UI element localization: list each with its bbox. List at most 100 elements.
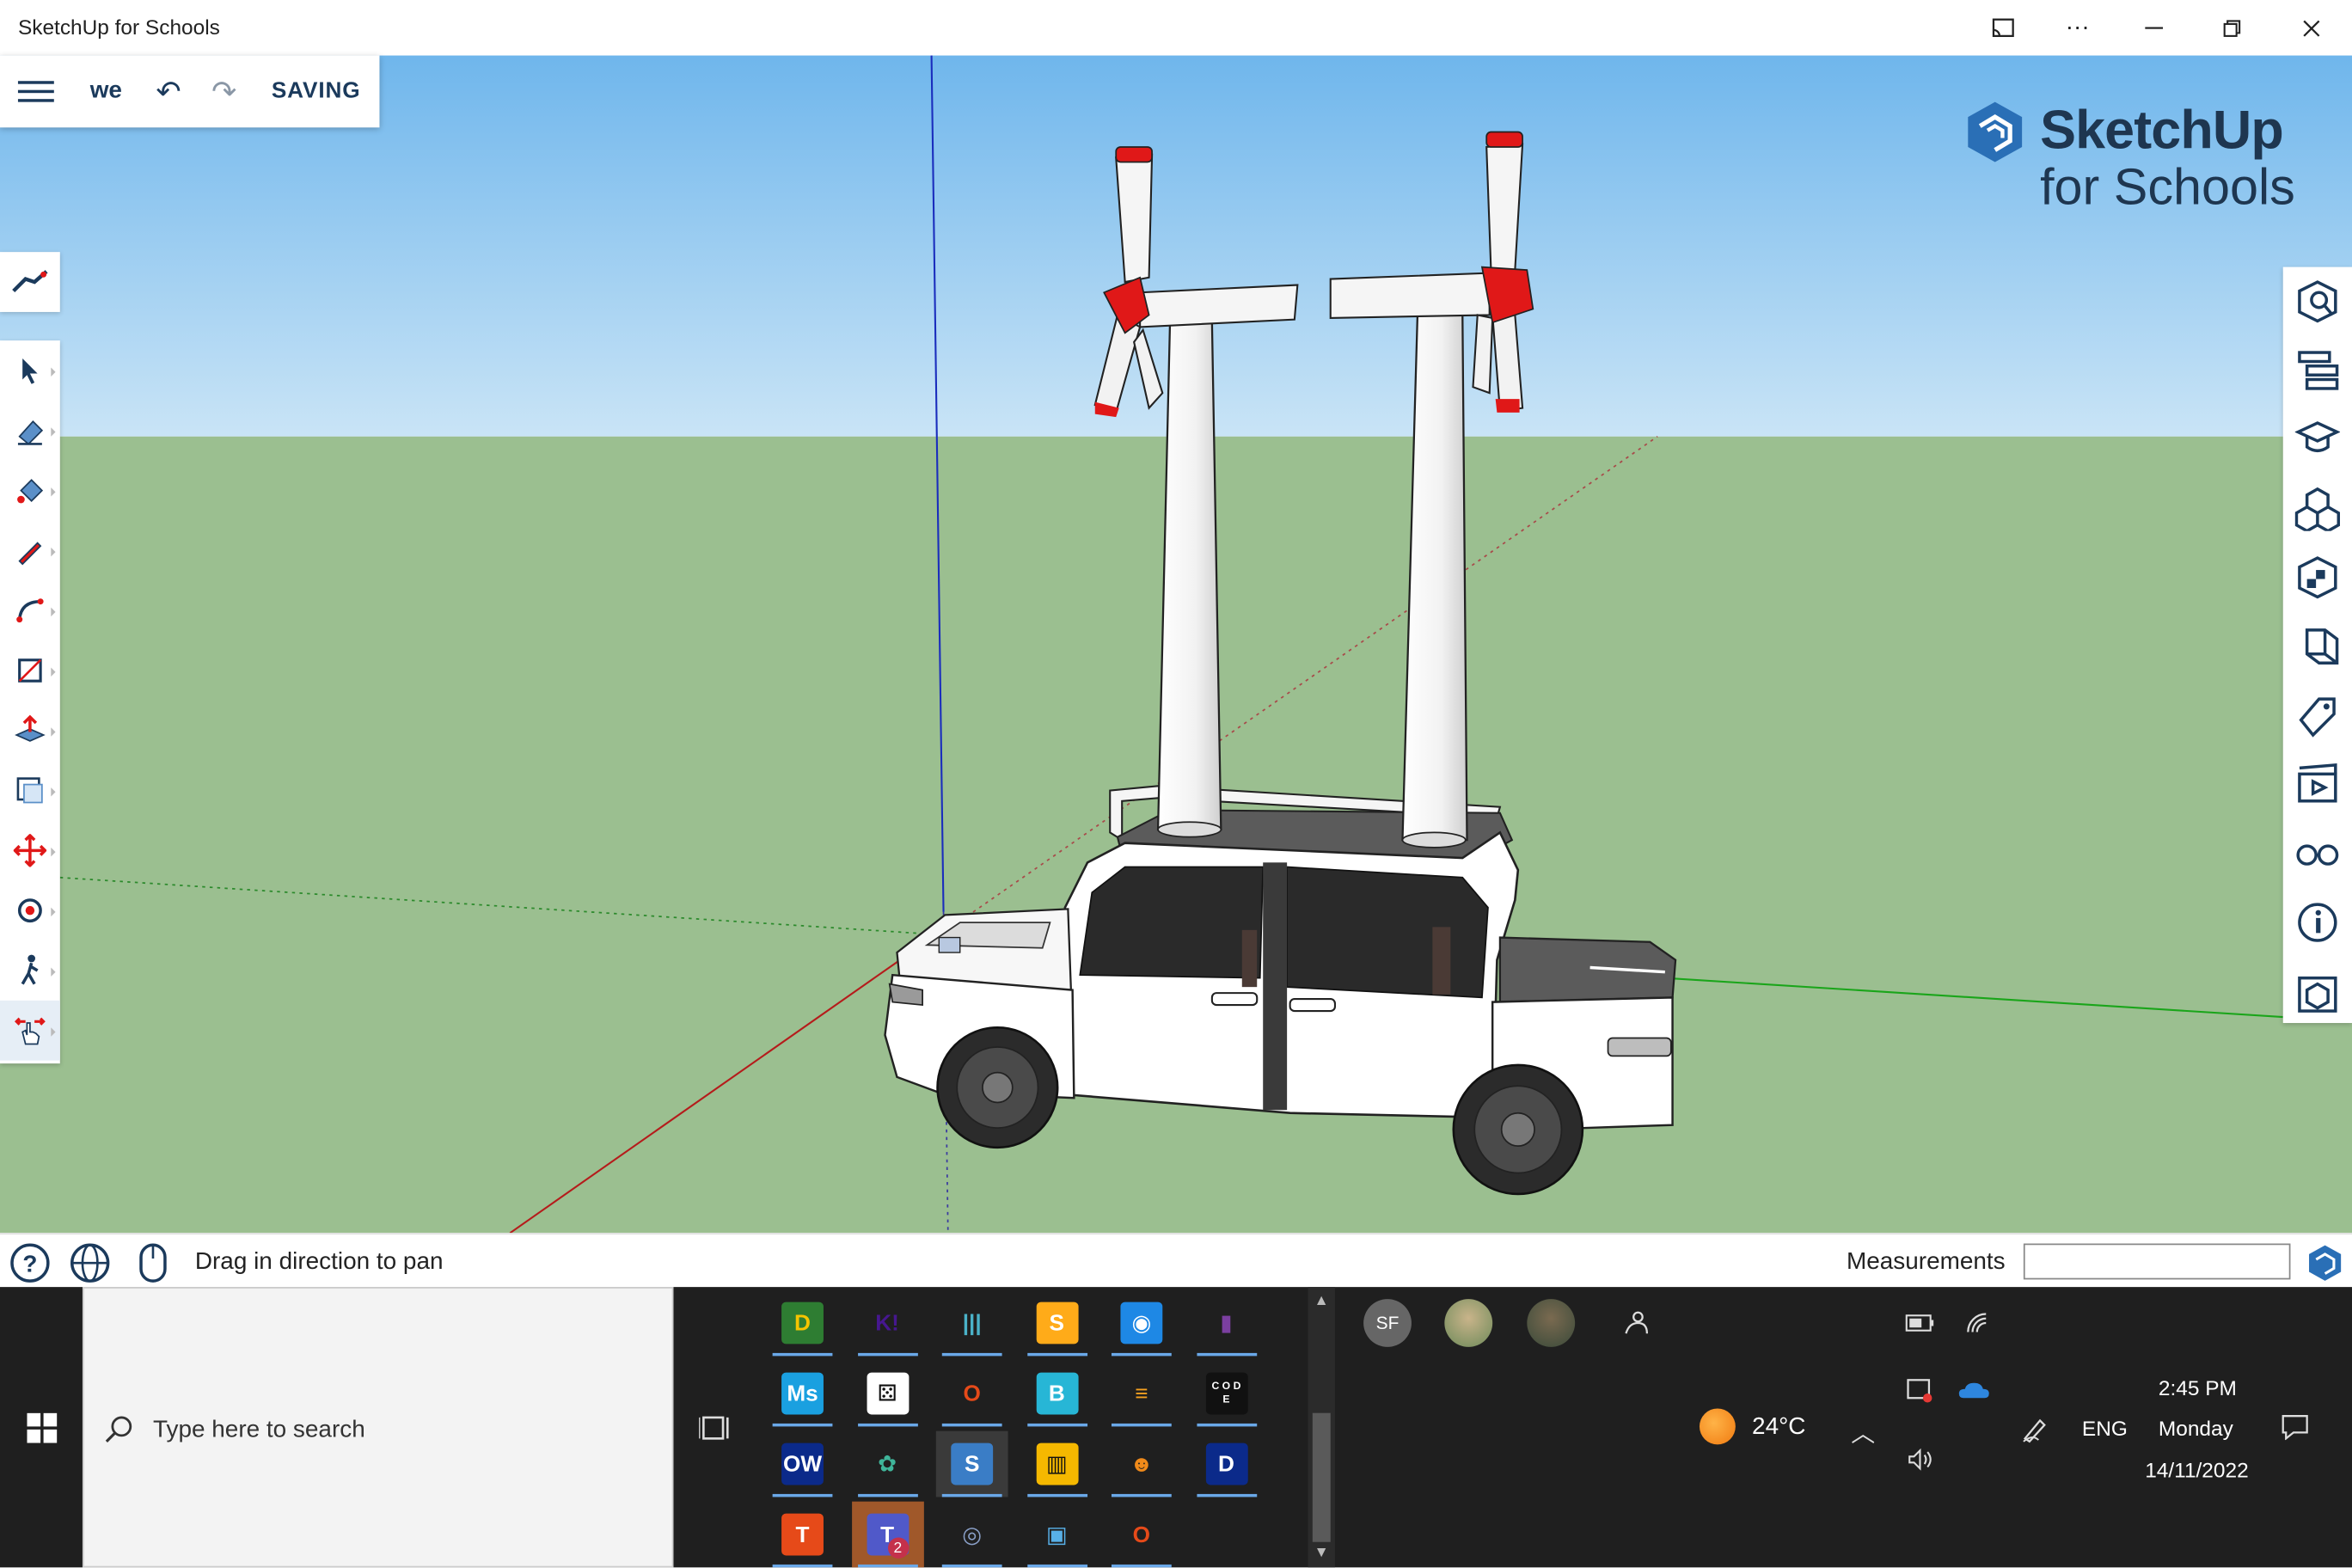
t-app[interactable]: T (767, 1502, 839, 1568)
search-tool-icon[interactable] (0, 252, 60, 312)
id-app-icon: ▣ (1045, 1522, 1068, 1548)
restore-icon[interactable] (2205, 9, 2259, 47)
display-icon[interactable] (2283, 819, 2352, 888)
people-avatar-initials[interactable]: SF (1363, 1299, 1412, 1347)
frog-app[interactable]: ✿ (851, 1431, 923, 1498)
brand-logo: SketchUp for Schools (1962, 99, 2306, 219)
teams-app[interactable]: T2 (851, 1501, 923, 1568)
tray-chevron-up-icon[interactable]: ︿ (1851, 1413, 1875, 1449)
clock-date[interactable]: 14/11/2022 (2145, 1458, 2248, 1482)
pencil-icon[interactable] (0, 520, 60, 580)
solid-inspector-icon[interactable] (2283, 957, 2352, 1026)
dice-app-icon: ⚄ (866, 1372, 909, 1415)
arc-icon[interactable] (0, 580, 60, 640)
instructor-icon[interactable] (2283, 405, 2352, 474)
id-app[interactable]: ▣ (1020, 1502, 1093, 1568)
move-icon[interactable] (0, 820, 60, 880)
clock-time[interactable]: 2:45 PM (2159, 1375, 2237, 1400)
pen-icon[interactable] (2019, 1412, 2052, 1444)
brand-line1: SketchUp (2040, 99, 2284, 161)
scratch-app-icon: S (1035, 1302, 1078, 1344)
scene-drawing (0, 55, 2352, 1234)
dice-app[interactable]: ⚄ (851, 1361, 923, 1427)
sketchup-app[interactable]: S (935, 1430, 1008, 1498)
pinned-apps: D K! ||| S ◉ ▮ Ms ⚄ O B ≡ C O D E OW ✿ S ▥ ☻ D T T 2 ◎ ▣ O (762, 1287, 1308, 1568)
scroll-up-icon[interactable]: ▲ (1314, 1293, 1329, 1309)
mouse-icon[interactable] (132, 1242, 175, 1284)
measurements-input[interactable] (2023, 1243, 2291, 1280)
save-status: SAVING (271, 77, 361, 104)
frog-app-icon: ✿ (878, 1452, 897, 1478)
push-pull-icon[interactable] (0, 701, 60, 761)
shape-icon[interactable] (0, 640, 60, 701)
weather-sun-icon[interactable] (1699, 1408, 1736, 1445)
battery-icon[interactable] (1903, 1307, 1936, 1339)
undo-icon[interactable]: ↶ (156, 74, 181, 112)
robot-app[interactable]: ◉ (1106, 1290, 1178, 1357)
mathspace-app[interactable]: Ms (767, 1361, 839, 1427)
onenote-app[interactable]: ▮ (1191, 1290, 1263, 1357)
dyslexia-app[interactable]: D (767, 1290, 839, 1357)
brainpop-app[interactable]: B (1020, 1361, 1093, 1427)
docs-app[interactable]: D (1191, 1431, 1263, 1498)
screen-record-icon[interactable] (1903, 1374, 1936, 1406)
more-icon[interactable]: ··· (2050, 9, 2104, 47)
clock-day[interactable]: Monday (2159, 1416, 2233, 1440)
people-avatar-3[interactable] (1527, 1299, 1576, 1347)
notifications-icon[interactable] (2279, 1410, 2312, 1442)
code-app[interactable]: C O D E (1191, 1361, 1263, 1427)
entity-info-icon[interactable] (2283, 267, 2352, 336)
mascot-app[interactable]: ☻ (1106, 1431, 1178, 1498)
components-icon[interactable] (2283, 474, 2352, 542)
hamburger-menu-icon[interactable] (17, 75, 54, 107)
wifi-icon[interactable] (1962, 1307, 1994, 1339)
eraser-icon[interactable] (0, 401, 60, 461)
docs-app-icon: D (1205, 1442, 1247, 1485)
sketchup-logo-icon (1968, 101, 2023, 162)
paint-bucket-icon[interactable] (0, 461, 60, 521)
office-app[interactable]: O (936, 1361, 1008, 1427)
minimize-icon[interactable] (2127, 9, 2181, 47)
stack-app[interactable]: ≡ (1106, 1361, 1178, 1427)
styles-icon[interactable] (2283, 612, 2352, 681)
offset-icon[interactable] (0, 761, 60, 821)
help-icon[interactable]: ? (9, 1242, 51, 1284)
scratch-app[interactable]: S (1020, 1290, 1093, 1357)
status-bar: ? Drag in direction to pan Measurements (0, 1233, 2352, 1288)
onedrive-icon[interactable] (1957, 1374, 1990, 1406)
redo-icon[interactable]: ↷ (211, 74, 236, 112)
mascot-app-icon: ☻ (1130, 1451, 1154, 1477)
file-name[interactable]: we (90, 78, 122, 105)
volume-icon[interactable] (1903, 1443, 1936, 1476)
globe-icon[interactable] (69, 1242, 111, 1284)
walk-icon[interactable] (0, 940, 60, 1001)
close-icon[interactable] (2284, 9, 2338, 47)
materials-icon[interactable] (2283, 543, 2352, 612)
library-app[interactable]: ||| (936, 1290, 1008, 1357)
pan-icon[interactable] (0, 1000, 60, 1061)
office2-app[interactable]: O (1106, 1502, 1178, 1568)
weather-temperature[interactable]: 24°C (1752, 1414, 1805, 1441)
model-viewport[interactable] (0, 55, 2352, 1234)
library-app-icon: ||| (962, 1310, 982, 1336)
select-icon[interactable] (0, 340, 60, 401)
camera-app[interactable]: ◎ (936, 1502, 1008, 1568)
cast-icon[interactable] (1977, 9, 2031, 47)
office-app-icon: O (963, 1381, 981, 1406)
piano-app[interactable]: ▥ (1020, 1431, 1093, 1498)
scenes-icon[interactable] (2283, 750, 2352, 818)
kahoot-app[interactable]: K! (851, 1290, 923, 1357)
people-avatar-2[interactable] (1444, 1299, 1493, 1347)
scroll-down-icon[interactable]: ▼ (1314, 1545, 1329, 1561)
windows-start-icon[interactable] (0, 1287, 83, 1567)
outliner-icon[interactable] (2283, 336, 2352, 405)
task-view-icon[interactable] (699, 1413, 732, 1443)
taskbar-scrollbar[interactable]: ▲ ▼ (1308, 1287, 1335, 1568)
model-info-icon[interactable] (2283, 888, 2352, 957)
tags-icon[interactable] (2283, 681, 2352, 750)
orbit-icon[interactable] (0, 880, 60, 940)
taskbar-search-box[interactable]: Type here to search (82, 1287, 674, 1568)
people-icon[interactable] (1619, 1307, 1651, 1339)
owl-app[interactable]: OW (767, 1431, 839, 1498)
language-indicator[interactable]: ENG (2082, 1416, 2128, 1440)
